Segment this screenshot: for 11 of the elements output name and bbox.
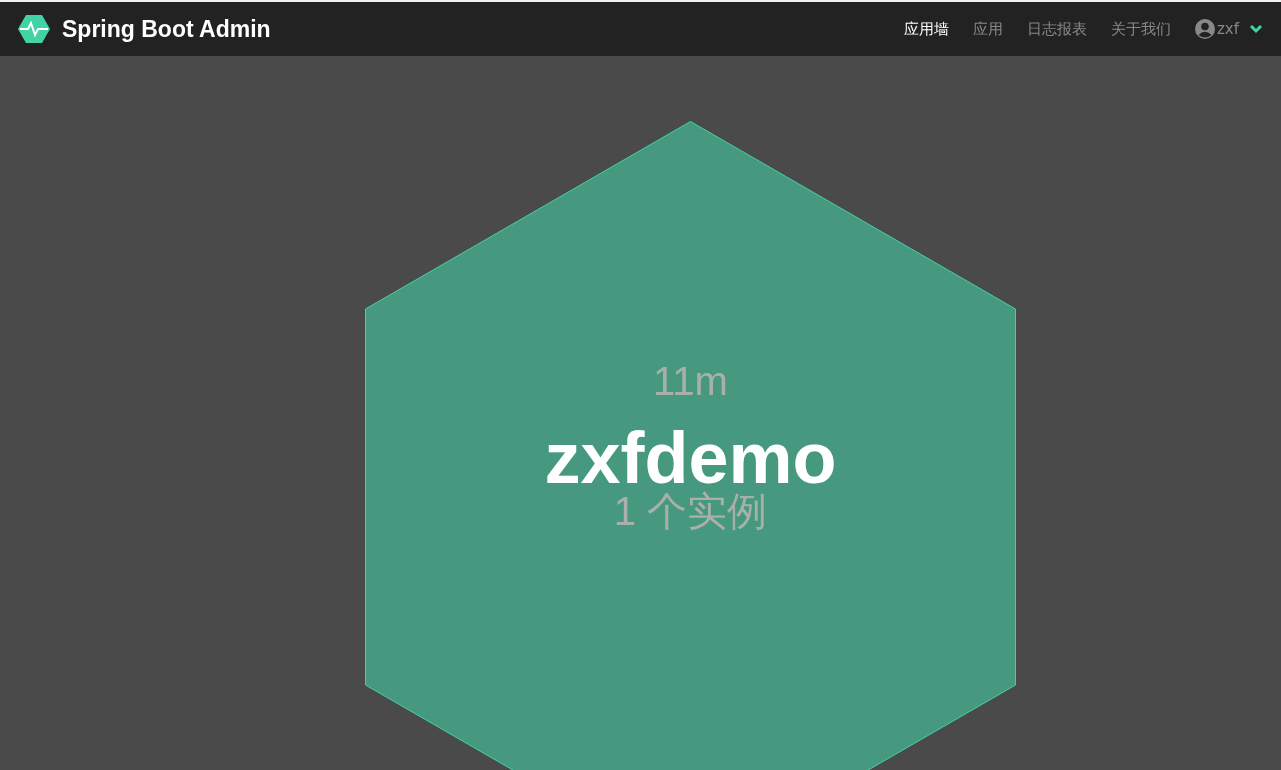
uptime-text: 11m: [653, 358, 728, 405]
nav-link[interactable]: 应用墙: [903, 19, 949, 39]
chevron-down-icon: [1249, 24, 1263, 34]
nav-link[interactable]: 应用: [972, 19, 1003, 39]
application-tile[interactable]: [365, 121, 1016, 770]
nav-link[interactable]: 关于我们: [1110, 19, 1171, 39]
logo-icon: [18, 15, 50, 43]
nav-link[interactable]: 日志报表: [1026, 19, 1087, 39]
brand-title: Spring Boot Admin: [62, 15, 271, 43]
user-menu[interactable]: zxf: [1194, 19, 1263, 39]
user-avatar-icon: [1194, 19, 1215, 39]
